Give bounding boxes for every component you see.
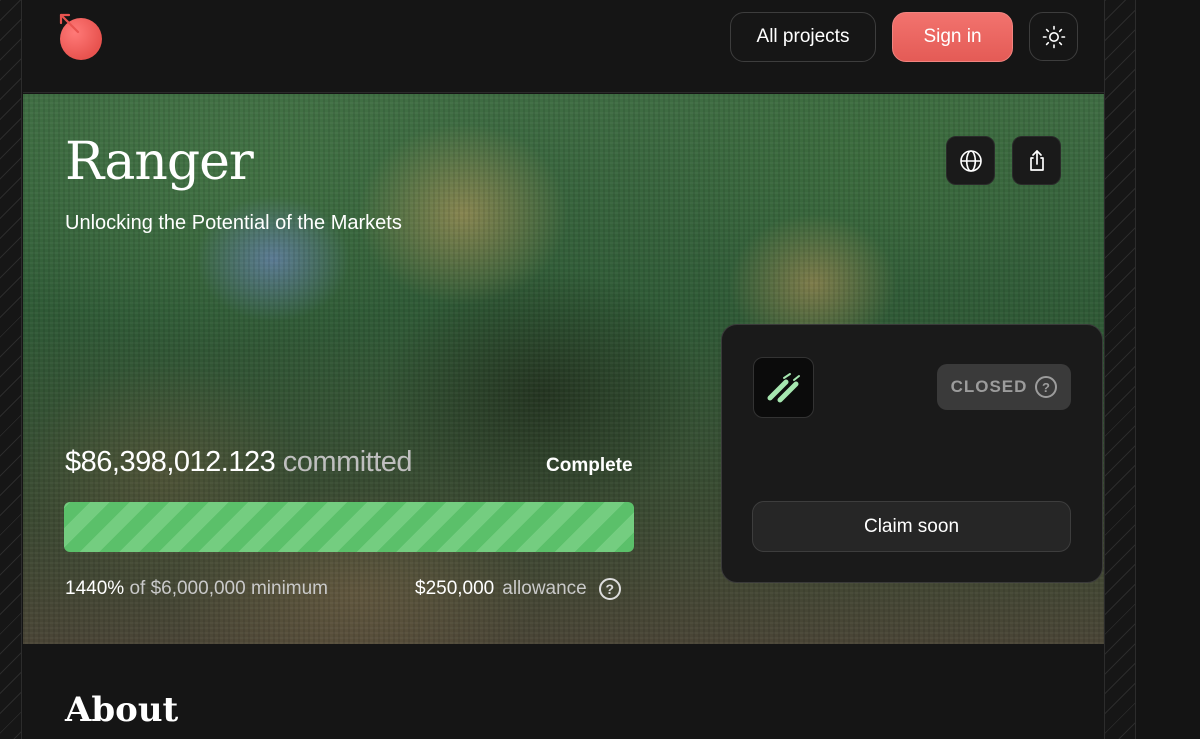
left-gutter bbox=[0, 0, 22, 739]
status-help-icon[interactable]: ? bbox=[1035, 376, 1058, 398]
project-subtitle: Unlocking the Potential of the Markets bbox=[65, 212, 402, 234]
allowance-help-icon[interactable]: ? bbox=[598, 578, 621, 600]
right-margin bbox=[1137, 0, 1200, 739]
funding-progress-bar bbox=[64, 502, 634, 552]
progress-fill bbox=[64, 502, 634, 552]
allowance-stat: $250,000 allowance ? bbox=[415, 578, 621, 600]
share-icon bbox=[1029, 149, 1044, 171]
all-projects-button[interactable]: All projects bbox=[730, 12, 876, 62]
minimum-text: of $6,000,000 minimum bbox=[129, 578, 329, 599]
top-header: All projects Sign in bbox=[23, 0, 1104, 93]
project-title: Ranger bbox=[65, 132, 254, 192]
sun-icon bbox=[1042, 25, 1065, 48]
website-button[interactable] bbox=[946, 136, 995, 185]
allowance-label: allowance bbox=[502, 578, 587, 599]
sign-in-button[interactable]: Sign in bbox=[892, 12, 1013, 62]
page-frame: All projects Sign in Ranger Unlocking th… bbox=[23, 0, 1104, 739]
status-badge: CLOSED ? bbox=[937, 364, 1071, 410]
logo-icon[interactable] bbox=[58, 12, 104, 60]
allowance-amount: $250,000 bbox=[415, 578, 495, 599]
committed-total: $86,398,012.123 committed bbox=[65, 446, 413, 479]
sale-status-card: CLOSED ? Claim soon bbox=[721, 324, 1103, 583]
ranger-logo-icon bbox=[753, 357, 814, 418]
claim-button[interactable]: Claim soon bbox=[752, 501, 1071, 552]
percent-value: 1440% bbox=[65, 578, 125, 599]
theme-toggle-button[interactable] bbox=[1029, 12, 1078, 61]
committed-label: committed bbox=[282, 446, 413, 478]
committed-amount: $86,398,012.123 bbox=[65, 446, 276, 478]
status-badge-label: CLOSED bbox=[950, 377, 1028, 396]
globe-icon bbox=[959, 149, 982, 172]
status-label: Complete bbox=[546, 455, 633, 476]
right-gutter bbox=[1104, 0, 1136, 739]
about-heading: About bbox=[65, 690, 179, 730]
minimum-stat: 1440% of $6,000,000 minimum bbox=[65, 578, 328, 600]
share-button[interactable] bbox=[1012, 136, 1061, 185]
